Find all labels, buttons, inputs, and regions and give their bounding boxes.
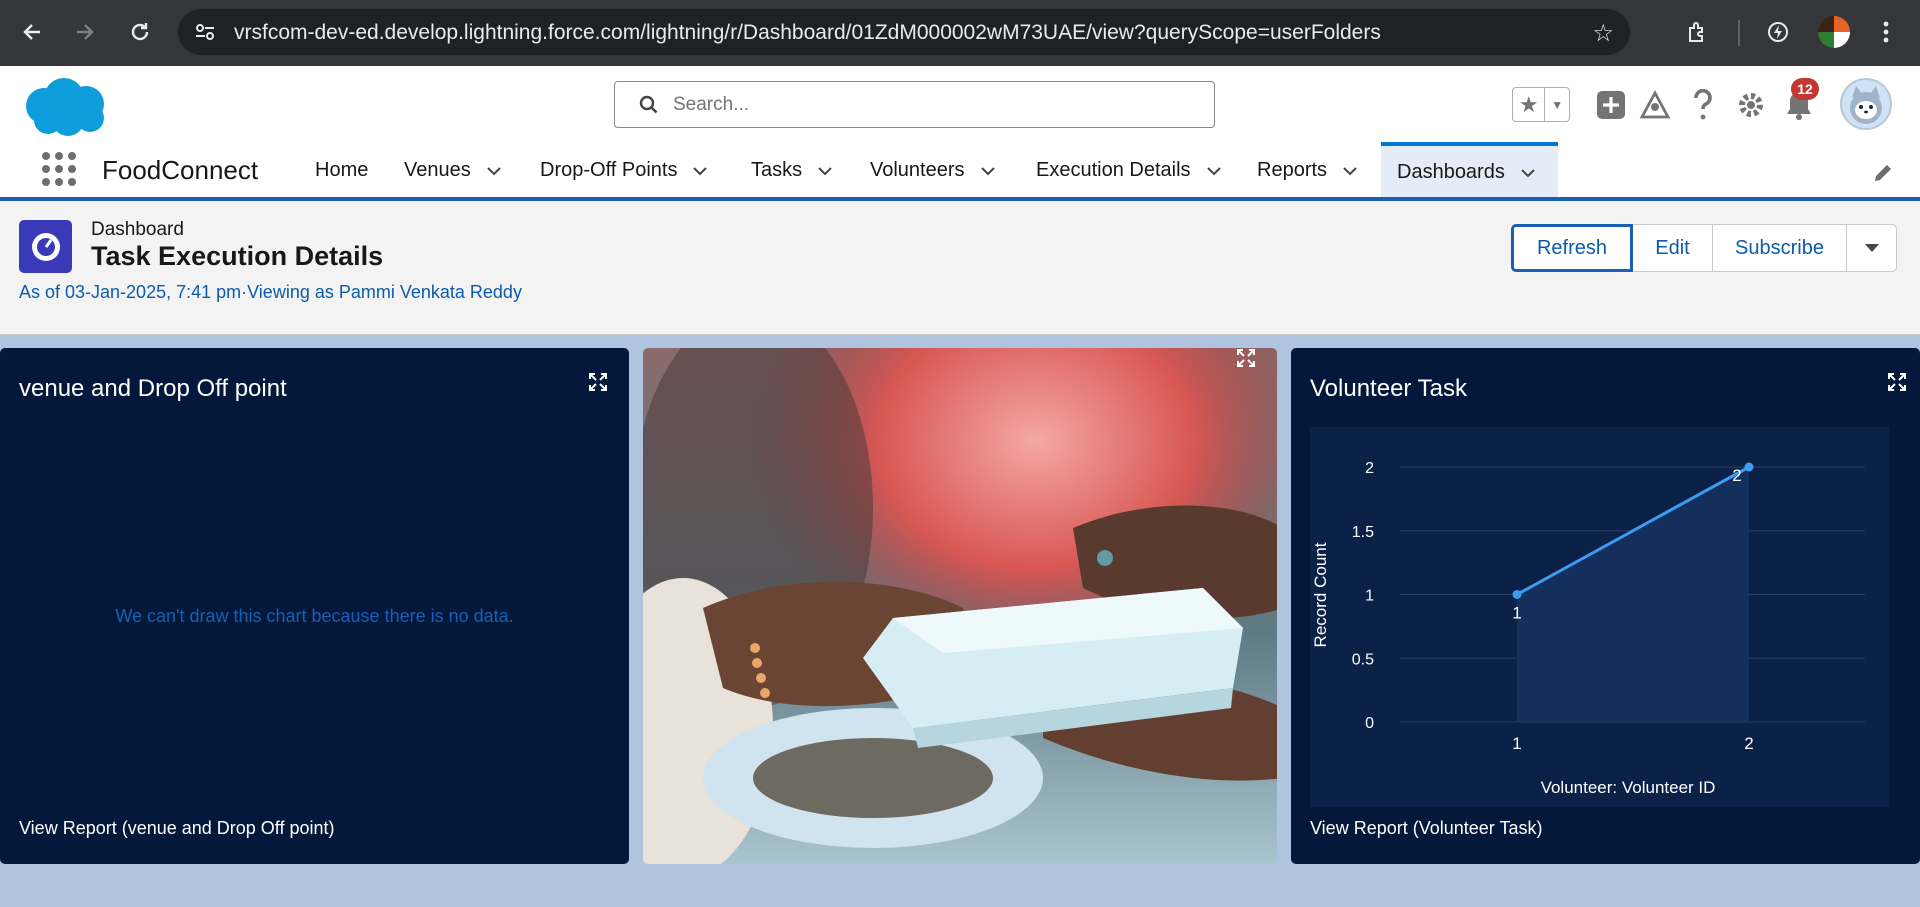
nav-item-label: Dashboards <box>1397 161 1505 183</box>
nav-item-label: Reports <box>1257 159 1328 181</box>
chevron-down-icon[interactable] <box>693 164 708 178</box>
y-tick-label: 1 <box>1365 588 1374 605</box>
search-input[interactable] <box>673 82 1193 127</box>
address-bar[interactable]: vrsfcom-dev-ed.develop.lightning.force.c… <box>178 9 1630 55</box>
nav-item-execution-details[interactable]: Execution Details <box>1036 142 1221 199</box>
nav-item-tasks[interactable]: Tasks <box>751 142 832 199</box>
view-report-link[interactable]: View Report (venue and Drop Off point) <box>19 818 335 839</box>
favorites-menu-chevron-icon[interactable]: ▼ <box>1545 88 1569 121</box>
dashboard-component-venue: venue and Drop Off point We can't draw t… <box>0 348 629 864</box>
bookmark-star-icon[interactable]: ☆ <box>1592 19 1614 48</box>
dashboard-type-label: Dashboard <box>91 219 184 240</box>
dashboard-component-image <box>643 348 1277 864</box>
nav-item-reports[interactable]: Reports <box>1257 142 1357 199</box>
page-title: Task Execution Details <box>91 241 384 271</box>
chevron-down-icon[interactable] <box>980 164 995 178</box>
component-title: Volunteer Task <box>1310 375 1467 402</box>
back-icon[interactable] <box>14 14 50 50</box>
extensions-icon[interactable] <box>1682 16 1714 48</box>
view-report-link[interactable]: View Report (Volunteer Task) <box>1310 818 1542 839</box>
nav-item-label: Volunteers <box>870 159 965 181</box>
nav-item-label: Tasks <box>751 159 803 181</box>
data-point <box>1744 462 1754 472</box>
chevron-down-icon[interactable] <box>1521 166 1535 180</box>
refresh-button[interactable]: Refresh <box>1511 224 1633 272</box>
component-title: venue and Drop Off point <box>19 375 287 402</box>
toolbar-divider <box>1738 20 1740 46</box>
search-icon <box>639 95 658 114</box>
browser-menu-icon[interactable] <box>1870 16 1902 48</box>
favorites-star-icon[interactable]: ★ <box>1513 88 1546 121</box>
data-point <box>1512 590 1522 599</box>
food-donation-photo <box>643 348 1277 864</box>
x-tick-label: 1 <box>1512 734 1521 753</box>
chart-canvas: 0 0.5 1 1.5 2 1 1 2 2 Volunteer: Volunteer ID Reco… <box>1311 460 1865 797</box>
app-name: FoodConnect <box>102 155 259 185</box>
expand-icon[interactable] <box>588 372 608 392</box>
nav-item-venues[interactable]: Venues <box>404 142 501 199</box>
x-axis-title: Volunteer: Volunteer ID <box>1541 778 1716 797</box>
nav-item-home[interactable]: Home <box>315 142 368 199</box>
chevron-down-icon <box>1864 244 1879 252</box>
dashboard-actions: Refresh Edit Subscribe <box>1511 224 1897 272</box>
edit-nav-pencil-icon[interactable] <box>1872 162 1894 184</box>
nav-item-label: Drop-Off Points <box>540 159 678 181</box>
data-label: 1 <box>1512 604 1521 623</box>
nav-item-drop-off-points[interactable]: Drop-Off Points <box>540 142 708 199</box>
y-tick-label: 0.5 <box>1352 651 1374 668</box>
y-axis-title: Record Count <box>1311 542 1330 647</box>
chevron-down-icon[interactable] <box>487 164 501 178</box>
browser-toolbar: vrsfcom-dev-ed.develop.lightning.force.c… <box>0 0 1920 66</box>
expand-icon[interactable] <box>1887 372 1907 392</box>
help-icon[interactable] <box>1684 86 1722 124</box>
dashboard-header: Dashboard Task Execution Details As of 0… <box>0 201 1920 335</box>
no-data-message: We can't draw this chart because there i… <box>115 606 514 626</box>
y-tick-label: 2 <box>1365 460 1374 477</box>
expand-icon[interactable] <box>1236 348 1256 368</box>
dashboard-component-volunteer-task: Volunteer Task 0 0.5 1 1.5 2 1 1 2 2 Volunteer: V… <box>1291 348 1920 864</box>
setup-gear-icon[interactable] <box>1732 86 1770 124</box>
nav-item-label: Home <box>315 159 369 181</box>
y-tick-label: 1.5 <box>1352 524 1374 541</box>
y-tick-label: 0 <box>1365 715 1374 732</box>
nav-item-volunteers[interactable]: Volunteers <box>870 142 995 199</box>
chevron-down-icon[interactable] <box>1206 164 1221 178</box>
nav-item-dashboards[interactable]: Dashboards <box>1381 142 1558 199</box>
data-label: 2 <box>1732 466 1741 485</box>
forward-icon[interactable] <box>67 14 103 50</box>
notification-count-badge: 12 <box>1791 78 1819 100</box>
edit-button[interactable]: Edit <box>1633 224 1713 272</box>
salesforce-cloud-logo[interactable] <box>22 76 112 140</box>
app-launcher-icon[interactable] <box>42 152 76 186</box>
site-settings-icon[interactable] <box>194 21 216 43</box>
line-chart: 0 0.5 1 1.5 2 1 1 2 2 Volunteer: Volunteer ID Reco… <box>1310 427 1889 807</box>
subscribe-button[interactable]: Subscribe <box>1713 224 1847 272</box>
browser-profile-avatar[interactable] <box>1818 16 1850 48</box>
series-area <box>1517 467 1749 722</box>
nav-item-label: Venues <box>404 159 471 181</box>
nav-item-label: Execution Details <box>1036 159 1191 181</box>
user-avatar[interactable] <box>1840 78 1892 130</box>
performance-icon[interactable] <box>1762 16 1794 48</box>
dashboard-meta: As of 03-Jan-2025, 7:41 pm·Viewing as Pa… <box>19 282 522 302</box>
x-tick-label: 2 <box>1744 734 1753 753</box>
more-actions-button[interactable] <box>1847 224 1897 272</box>
favorites-group: ★ ▼ <box>1512 87 1570 122</box>
chevron-down-icon[interactable] <box>818 164 832 178</box>
trailhead-guidance-icon[interactable] <box>1636 86 1674 124</box>
reload-icon[interactable] <box>122 14 158 50</box>
dashboard-gauge-icon <box>19 220 72 273</box>
global-search[interactable] <box>614 81 1215 128</box>
global-actions-icon[interactable] <box>1592 86 1630 124</box>
chevron-down-icon[interactable] <box>1343 164 1357 178</box>
url-text[interactable]: vrsfcom-dev-ed.develop.lightning.force.c… <box>234 21 1381 45</box>
